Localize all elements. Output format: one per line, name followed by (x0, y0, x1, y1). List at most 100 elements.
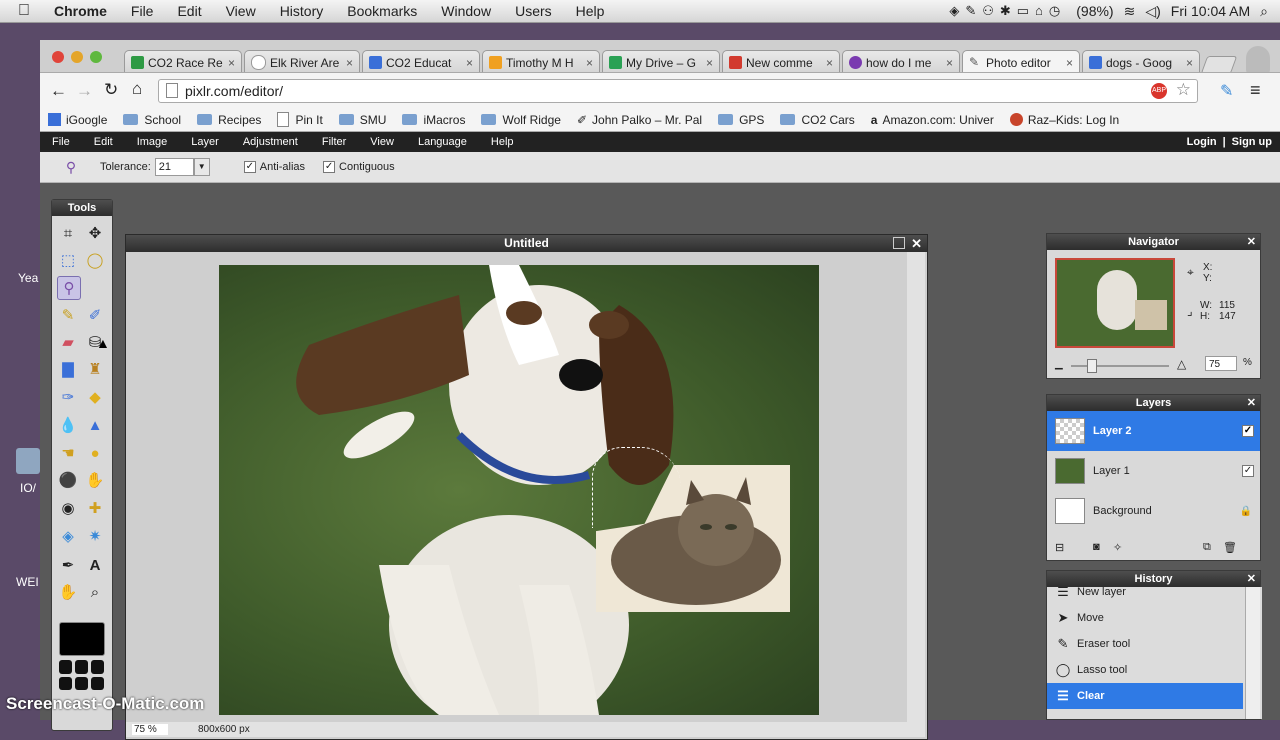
mac-menu-help[interactable]: Help (564, 3, 617, 19)
zoom-in-icon[interactable]: △ (1177, 357, 1186, 371)
pencil-tool-icon[interactable]: ✎ (57, 304, 79, 326)
pinch-tool-icon[interactable]: ✷ (84, 525, 106, 547)
app-menu-chrome[interactable]: Chrome (42, 3, 119, 19)
canvas-image[interactable] (219, 265, 819, 715)
pixlr-menu-help[interactable]: Help (479, 136, 526, 148)
history-item[interactable]: ✎ Eraser tool (1047, 631, 1243, 657)
smudge-tool-icon[interactable]: ☚ (57, 442, 79, 464)
wifi-icon[interactable]: ≋ (1124, 3, 1136, 20)
browser-tab[interactable]: CO2 Race Re × (124, 50, 242, 74)
close-icon[interactable]: ✕ (1247, 571, 1256, 587)
magic-wand-tool-icon[interactable]: ⚲ (57, 276, 81, 300)
bookmark-igoogle[interactable]: iGoogle (48, 113, 107, 127)
clone-stamp-tool-icon[interactable]: ♜ (84, 358, 106, 380)
burn-tool-icon[interactable]: ✋ (84, 469, 106, 491)
login-link[interactable]: Login (1187, 136, 1217, 148)
drawing-tool-icon[interactable]: ◆ (84, 386, 106, 408)
new-layer-icon[interactable]: ⧉ (1203, 541, 1211, 554)
tolerance-dropdown-icon[interactable]: ▼ (193, 158, 210, 176)
pixlr-menu-layer[interactable]: Layer (179, 136, 231, 148)
mac-menu-window[interactable]: Window (429, 3, 503, 19)
maximize-icon[interactable] (893, 237, 905, 249)
bookmark-folder-imacros[interactable]: iMacros (402, 113, 465, 127)
clock[interactable]: Fri 10:04 AM (1171, 3, 1250, 19)
dodge-tool-icon[interactable]: ⚫ (57, 469, 79, 491)
pixlr-menu-language[interactable]: Language (406, 136, 479, 148)
antialias-checkbox[interactable]: ✓ (243, 161, 256, 173)
color-swatch[interactable] (59, 622, 105, 656)
close-icon[interactable]: ✕ (911, 235, 922, 252)
battery-status[interactable]: (98%) (1076, 3, 1113, 19)
tab-close-icon[interactable]: × (228, 56, 235, 70)
forward-arrow-icon[interactable]: → (76, 81, 93, 101)
layer-mask-icon[interactable]: ◙ (1093, 541, 1100, 553)
zoom-out-icon[interactable]: ▁ (1055, 359, 1063, 370)
color-replace-tool-icon[interactable]: ✑ (57, 386, 79, 408)
tab-close-icon[interactable]: × (706, 56, 713, 70)
preset-swatch[interactable] (59, 676, 72, 690)
close-icon[interactable]: ✕ (1247, 395, 1256, 411)
wrench-menu-icon[interactable]: ≡ (1250, 80, 1261, 101)
navigator-thumbnail[interactable] (1055, 258, 1175, 348)
browser-tab[interactable]: Elk River Are × (244, 50, 360, 74)
spot-heal-tool-icon[interactable]: ✚ (84, 497, 106, 519)
pixlr-menu-adjustment[interactable]: Adjustment (231, 136, 310, 148)
home-icon[interactable]: ⌂ (132, 79, 142, 99)
bookmark-folder-co2-cars[interactable]: CO2 Cars (780, 113, 855, 127)
type-tool-icon[interactable]: A (84, 554, 106, 576)
mac-menu-history[interactable]: History (268, 3, 336, 19)
address-bar[interactable]: pixlr.com/editor/ ABP ☆ (158, 79, 1198, 103)
tab-close-icon[interactable]: × (1186, 56, 1193, 70)
delete-layer-icon[interactable]: 🗑 (1223, 541, 1237, 554)
pixlr-menu-image[interactable]: Image (125, 136, 180, 148)
browser-tab[interactable]: dogs - Goog × (1082, 50, 1200, 74)
gradient-tool-icon[interactable]: ▇ (57, 358, 79, 380)
preset-swatch[interactable] (91, 660, 104, 674)
bookmark-folder-school[interactable]: School (123, 113, 181, 127)
status-icons[interactable]: ◈✎⚇✱▭⌂◷ (949, 3, 1066, 19)
blur-tool-icon[interactable]: 💧 (57, 414, 79, 436)
spotlight-search-icon[interactable]: ⌕ (1260, 3, 1268, 20)
eraser-tool-icon[interactable]: ▰ (57, 331, 79, 353)
history-item[interactable]: ◯ Lasso tool (1047, 657, 1243, 683)
red-eye-tool-icon[interactable]: ◉ (57, 497, 79, 519)
browser-tab[interactable]: CO2 Educat × (362, 50, 480, 74)
browser-tab[interactable]: how do I me × (842, 50, 960, 74)
signup-link[interactable]: Sign up (1232, 136, 1272, 148)
preset-swatch[interactable] (59, 660, 72, 674)
mac-menu-file[interactable]: File (119, 3, 166, 19)
apple-menu-icon[interactable]:  (0, 2, 42, 20)
history-item[interactable]: ➤ Move (1047, 605, 1243, 631)
zoom-field[interactable]: 75 % (132, 724, 168, 735)
bookmark-pin-it[interactable]: Pin It (277, 112, 323, 127)
browser-tab[interactable]: Timothy M H × (482, 50, 600, 74)
tab-close-icon[interactable]: × (586, 56, 593, 70)
history-scrollbar[interactable] (1245, 587, 1260, 719)
hand-tool-icon[interactable]: ✋ (57, 581, 79, 603)
zoom-slider-track[interactable] (1071, 365, 1169, 367)
adblock-icon[interactable]: ABP (1151, 83, 1167, 99)
bloat-tool-icon[interactable]: ◈ (57, 525, 79, 547)
zoom-tool-icon[interactable]: ⌕ (84, 581, 106, 603)
back-arrow-icon[interactable]: ← (50, 81, 67, 101)
color-picker-tool-icon[interactable]: ✒ (57, 554, 79, 576)
bookmark-folder-gps[interactable]: GPS (718, 113, 764, 127)
preset-swatch[interactable] (91, 676, 104, 690)
lasso-tool-icon[interactable]: ◯ (84, 249, 106, 271)
mac-menu-view[interactable]: View (214, 3, 268, 19)
layer-row[interactable]: Background 🔒 (1047, 491, 1260, 531)
history-item[interactable]: ☰ New layer (1047, 587, 1243, 605)
preset-swatch[interactable] (75, 676, 88, 690)
tab-close-icon[interactable]: × (946, 56, 953, 70)
pixlr-menu-filter[interactable]: Filter (310, 136, 358, 148)
bookmark-amazon[interactable]: a Amazon.com: Univer (871, 113, 994, 127)
volume-icon[interactable]: ◁) (1145, 3, 1160, 20)
mac-menu-users[interactable]: Users (503, 3, 564, 19)
profile-avatar[interactable] (1246, 46, 1270, 74)
layer-visibility-checkbox[interactable]: ✓ (1242, 425, 1254, 437)
pixlr-menu-view[interactable]: View (358, 136, 406, 148)
reload-icon[interactable]: ↻ (104, 80, 118, 100)
bookmark-folder-recipes[interactable]: Recipes (197, 113, 261, 127)
bookmark-raz-kids[interactable]: Raz–Kids: Log In (1009, 113, 1119, 127)
preset-swatch[interactable] (75, 660, 88, 674)
